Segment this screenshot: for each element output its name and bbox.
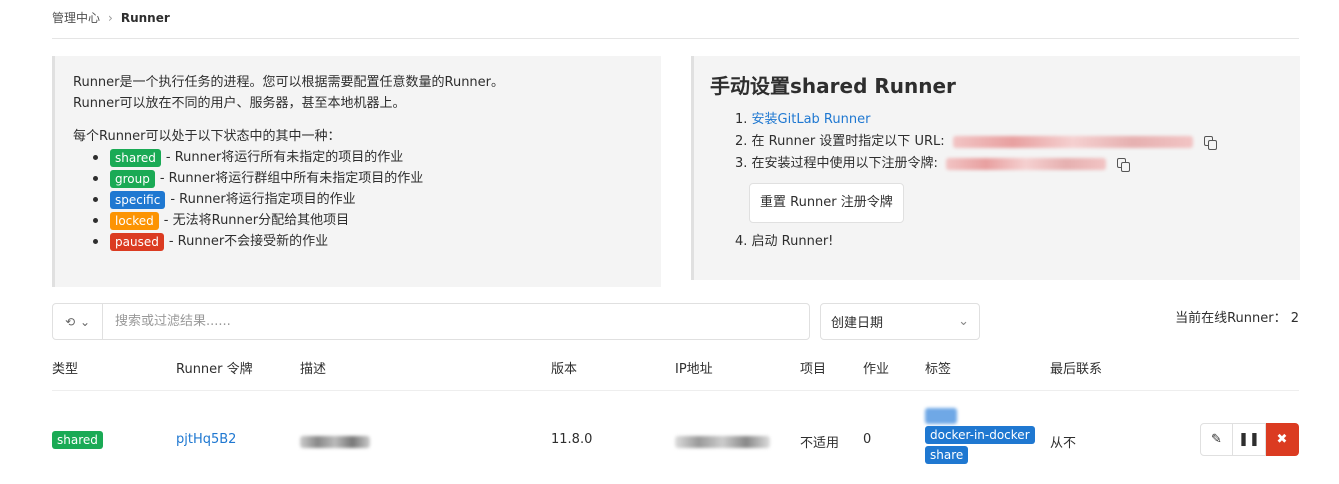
close-icon: ✖ — [1276, 432, 1288, 447]
runner-info-panel: Runner是一个执行任务的进程。您可以根据需要配置任意数量的Runner。 R… — [52, 56, 661, 287]
col-description: 描述 — [300, 362, 327, 377]
divider — [52, 390, 1299, 391]
setup-steps: 1. 安装GitLab Runner 2. 在 Runner 设置时指定以下 U… — [735, 109, 1284, 253]
runner-type-badge: shared — [52, 431, 103, 449]
filter-bar: ⟲ ⌄ — [52, 303, 810, 340]
history-icon: ⟲ — [64, 314, 75, 329]
online-runners: 当前在线Runner： 2 — [1175, 311, 1299, 326]
tag-share: share — [925, 446, 969, 464]
copy-url-icon[interactable] — [1203, 135, 1217, 150]
badge-paused: paused — [110, 232, 164, 251]
step-reset: 重置 Runner 注册令牌 — [735, 175, 1284, 231]
copy-token-icon[interactable] — [1116, 157, 1130, 172]
pause-icon: ❚❚ — [1238, 432, 1260, 447]
breadcrumb-runner[interactable]: Runner — [121, 11, 170, 25]
state-item: group - Runner将运行群组中所有未指定项目的作业 — [93, 168, 643, 189]
runner-tags: docker-in-docker share — [925, 408, 1040, 464]
remove-button[interactable]: ✖ — [1266, 423, 1299, 456]
badge-shared: shared — [110, 148, 161, 167]
col-type: 类型 — [52, 362, 79, 377]
state-list: shared - Runner将运行所有未指定的项目的作业 group - Runn… — [93, 147, 643, 252]
col-projects: 项目 — [800, 362, 827, 377]
col-jobs: 作业 — [863, 362, 890, 377]
state-item: shared - Runner将运行所有未指定的项目的作业 — [93, 147, 643, 168]
info-line-1: Runner是一个执行任务的进程。您可以根据需要配置任意数量的Runner。 — [73, 75, 505, 90]
reset-token-button[interactable]: 重置 Runner 注册令牌 — [749, 183, 904, 223]
divider — [52, 38, 1299, 39]
col-token: Runner 令牌 — [176, 362, 253, 377]
states-intro: 每个Runner可以处于以下状态中的其中一种： — [73, 129, 341, 144]
breadcrumb: 管理中心 › Runner — [52, 9, 170, 26]
table-row: shared — [52, 431, 108, 449]
state-desc: - 无法将Runner分配给其他项目 — [163, 213, 350, 228]
chevron-right-icon: › — [108, 10, 113, 25]
col-version: 版本 — [551, 362, 578, 377]
pause-button[interactable]: ❚❚ — [1233, 423, 1266, 456]
runner-version: 11.8.0 — [551, 432, 593, 447]
recent-searches-dropdown[interactable]: ⟲ ⌄ — [53, 304, 103, 339]
badge-group: group — [110, 169, 155, 188]
token-value-redacted — [945, 158, 1106, 170]
step-1: 1. 安装GitLab Runner — [735, 109, 1284, 131]
description-redacted — [300, 436, 370, 452]
runner-last-contact: 从不 — [1050, 436, 1077, 451]
url-value-redacted — [952, 136, 1193, 148]
setup-title: 手动设置shared Runner — [710, 74, 956, 98]
breadcrumb-admin[interactable]: 管理中心 — [52, 9, 100, 26]
chevron-down-icon: ⌄ — [80, 314, 91, 329]
state-item: paused - Runner不会接受新的作业 — [93, 231, 643, 252]
badge-specific: specific — [110, 190, 166, 209]
sort-label: 创建日期 — [831, 316, 884, 331]
info-line-2: Runner可以放在不同的用户、服务器，甚至本地机器上。 — [73, 96, 406, 111]
badge-locked: locked — [110, 211, 159, 230]
state-desc: - Runner将运行所有未指定的项目的作业 — [165, 150, 404, 165]
ip-redacted — [675, 436, 770, 452]
col-ip: IP地址 — [675, 362, 713, 377]
runner-token-link[interactable]: pjtHq5B2 — [176, 432, 236, 447]
sort-dropdown[interactable]: 创建日期 ⌄ — [820, 303, 980, 340]
pencil-icon: ✎ — [1211, 432, 1222, 447]
state-desc: - Runner不会接受新的作业 — [168, 234, 329, 249]
install-runner-link[interactable]: 安装GitLab Runner — [752, 109, 871, 131]
col-last-contact: 最后联系 — [1050, 362, 1103, 377]
manual-setup-panel: 手动设置shared Runner 1. 安装GitLab Runner 2. … — [691, 56, 1300, 280]
state-item: specific - Runner将运行指定项目的作业 — [93, 189, 643, 210]
tag-docker-in-docker: docker-in-docker — [925, 426, 1035, 444]
online-count: 2 — [1290, 311, 1299, 326]
step-2: 2. 在 Runner 设置时指定以下 URL: — [735, 131, 1284, 153]
row-actions: ✎ ❚❚ ✖ — [1200, 423, 1299, 456]
search-input[interactable] — [103, 304, 809, 339]
runner-jobs: 0 — [863, 432, 872, 447]
state-item: locked - 无法将Runner分配给其他项目 — [93, 210, 643, 231]
tag-redacted — [925, 408, 957, 424]
step-4: 4. 启动 Runner! — [735, 234, 834, 249]
state-desc: - Runner将运行群组中所有未指定项目的作业 — [159, 171, 424, 186]
edit-button[interactable]: ✎ — [1200, 423, 1233, 456]
col-tags: 标签 — [925, 362, 952, 377]
chevron-down-icon: ⌄ — [958, 314, 969, 329]
step-3: 3. 在安装过程中使用以下注册令牌: — [735, 153, 1284, 175]
runner-projects: 不适用 — [800, 436, 840, 451]
state-desc: - Runner将运行指定项目的作业 — [170, 192, 356, 207]
